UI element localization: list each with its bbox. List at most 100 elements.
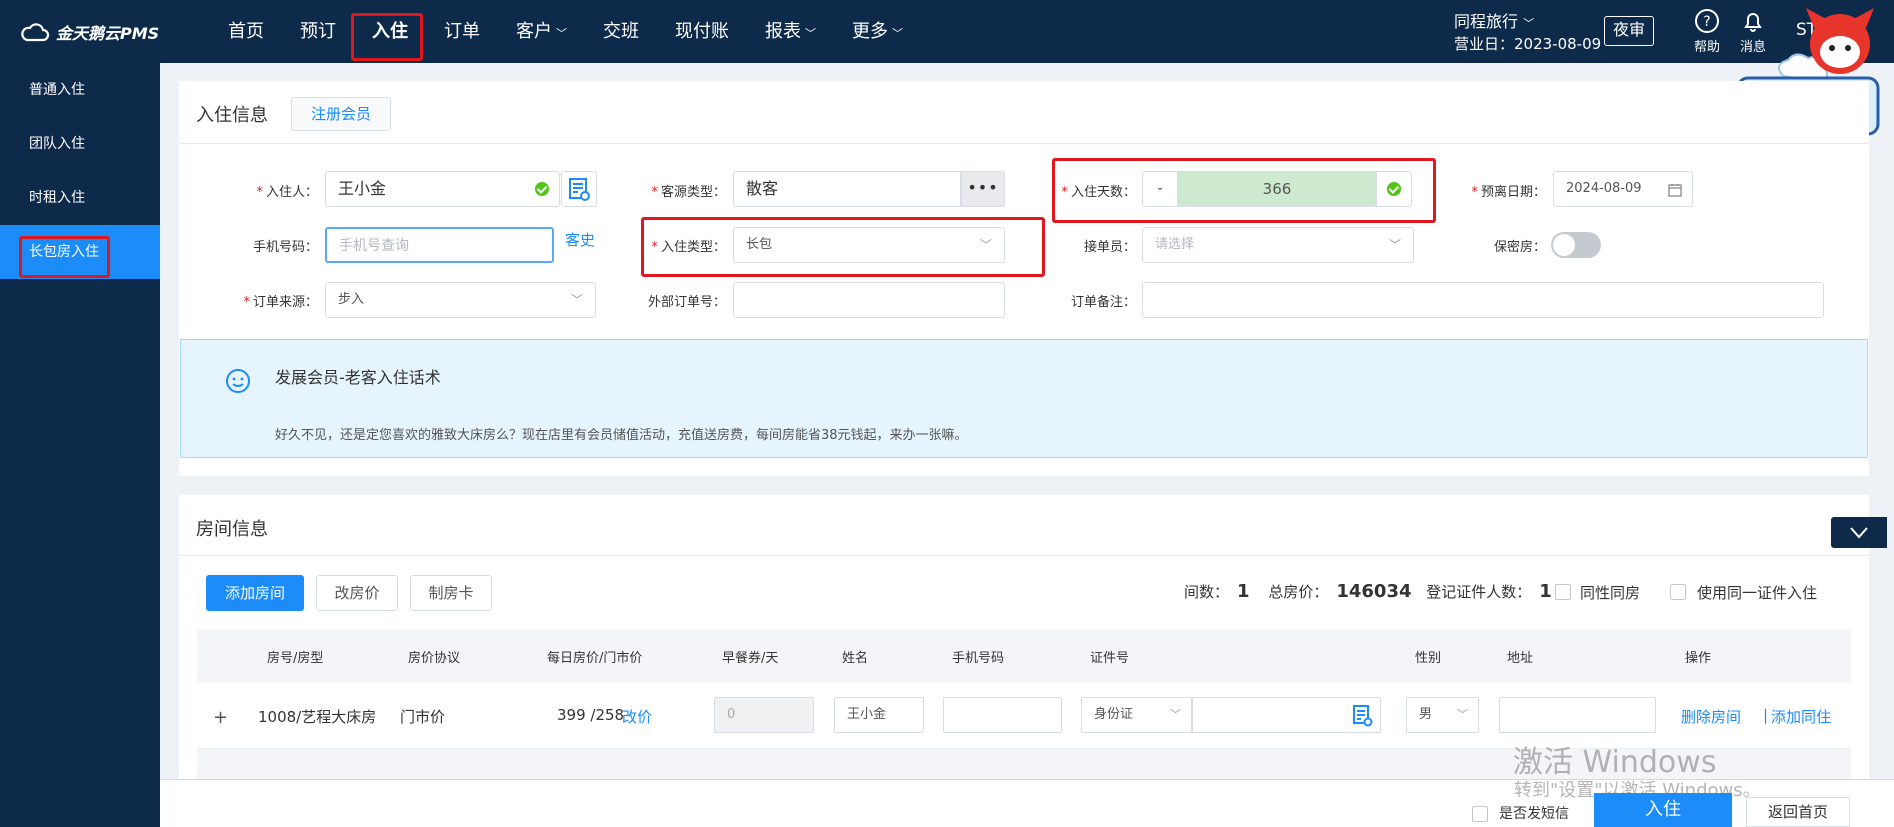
external-order-label: 外部订单号： [647, 295, 726, 310]
guest-history-link[interactable]: 客史 [565, 229, 595, 250]
gender-select[interactable]: 男 ﹀ [1406, 697, 1479, 733]
register-member-button[interactable]: 注册会员 [291, 97, 391, 131]
make-card-button[interactable]: 制房卡 [410, 575, 492, 611]
phone-search-input[interactable]: 手机号查询 [325, 227, 554, 263]
chevron-down-icon: ﹀ [1388, 238, 1401, 252]
chevron-down-icon [1850, 527, 1868, 539]
address-input[interactable] [1499, 697, 1656, 733]
chevron-down-icon: ﹀ [570, 293, 583, 307]
id-scan-button[interactable] [561, 171, 597, 207]
col-agreement: 房价协议 [408, 651, 461, 666]
sidebar-item-group-checkin[interactable]: 团队入住 [0, 117, 160, 171]
highlight-nav-checkin [351, 13, 423, 61]
help-icon: ? [1695, 9, 1719, 33]
help-button[interactable]: ? 帮助 [1687, 8, 1727, 55]
col-actions: 操作 [1685, 651, 1712, 666]
same-id-checkbox[interactable] [1670, 584, 1686, 600]
breakfast-input[interactable]: 0 [714, 697, 814, 733]
nav-more[interactable]: 更多 ﹀ [834, 0, 921, 63]
chevron-down-icon: ﹀ [892, 27, 903, 40]
row-agreement: 门市价 [400, 708, 446, 726]
room-info-title: 房间信息 [196, 519, 268, 540]
receiver-label: 接单员： [1083, 240, 1136, 255]
change-price-button[interactable]: 改房价 [316, 575, 398, 611]
id-number-input[interactable] [1192, 697, 1381, 733]
action-separator: | [1763, 706, 1769, 724]
id-card-icon [569, 178, 590, 201]
checkin-info-header: 入住信息 注册会员 [179, 81, 1869, 144]
windows-watermark-title: 激活 Windows [1513, 745, 1717, 780]
departure-label: * 预离日期： [1471, 185, 1546, 200]
send-sms-checkbox[interactable] [1472, 806, 1488, 822]
send-sms-label: 是否发短信 [1499, 806, 1569, 822]
col-room: 房号/房型 [267, 651, 324, 666]
nav-reports[interactable]: 报表 ﹀ [747, 0, 834, 63]
guest-name-input[interactable]: 王小金 [325, 171, 560, 207]
room-stats: 间数： 1 总房价： 146034 登记证件人数： 1 [1184, 581, 1552, 602]
id-type-select[interactable]: 身份证 ﹀ [1081, 697, 1192, 733]
room-info-header: 房间信息 [179, 495, 1869, 556]
col-address: 地址 [1507, 651, 1534, 666]
confidential-label: 保密房： [1493, 240, 1546, 255]
row-change-price-link[interactable]: 改价 [622, 706, 652, 727]
external-order-input[interactable] [733, 282, 1005, 318]
nav-orders[interactable]: 订单 [426, 0, 498, 63]
add-room-button[interactable]: 添加房间 [206, 575, 304, 611]
row-price: 399 /258 [557, 706, 625, 724]
nav-shift[interactable]: 交班 [585, 0, 657, 63]
checkin-submit-button[interactable]: 入住 [1594, 793, 1732, 827]
check-circle-icon [535, 182, 549, 196]
checkin-info-title: 入住信息 [196, 105, 268, 126]
night-audit-button[interactable]: 夜审 [1604, 16, 1654, 46]
nav-booking[interactable]: 预订 [282, 0, 354, 63]
tip-title: 发展会员-老客入住话术 [275, 368, 441, 387]
order-source-label: * 订单来源： [243, 295, 318, 310]
same-room-checkbox[interactable] [1555, 584, 1571, 600]
top-bar: 金天鹅云PMS 首页 预订 入住 订单 客户 ﹀ 交班 现付账 报表 ﹀ 更多 ﹀ 同… [0, 0, 1894, 63]
phone-label: 手机号码： [252, 240, 318, 255]
app-logo-text: 金天鹅云PMS [56, 24, 160, 43]
sidebar: 普通入住 团队入住 时租入住 长包房入住 [0, 63, 160, 827]
highlight-sidebar-longstay [19, 236, 110, 278]
receiver-select[interactable]: 请选择 ﹀ [1142, 227, 1414, 263]
back-home-button[interactable]: 返回首页 [1746, 797, 1850, 827]
room-table-header: 房号/房型 房价协议 每日房价/门市价 早餐券/天 姓名 手机号码 证件号 性别… [197, 629, 1851, 683]
col-id: 证件号 [1090, 651, 1130, 666]
business-date: 营业日：2023-08-09 [1454, 35, 1602, 53]
nav-cash[interactable]: 现付账 [657, 0, 747, 63]
same-id-label: 使用同一证件入住 [1697, 584, 1818, 602]
cloud-logo-icon [21, 23, 50, 42]
nav-home[interactable]: 首页 [210, 0, 282, 63]
highlight-checkin-type [641, 217, 1045, 277]
org-selector[interactable]: 同程旅行 ﹀ [1454, 12, 1534, 34]
sidebar-item-normal-checkin[interactable]: 普通入住 [0, 63, 160, 117]
tip-text: 好久不见，还是定您喜欢的雅致大床房么？现在店里有会员储值活动，充值送房费，每间房… [275, 428, 968, 443]
col-breakfast: 早餐券/天 [722, 651, 779, 666]
member-tip-panel: 发展会员-老客入住话术 好久不见，还是定您喜欢的雅致大床房么？现在店里有会员储值… [180, 339, 1868, 458]
guest-source-input[interactable]: 散客 [733, 171, 961, 207]
order-note-input[interactable] [1142, 282, 1824, 318]
col-name: 姓名 [842, 651, 869, 666]
expand-row-icon[interactable]: + [213, 707, 228, 728]
row-phone-input[interactable] [943, 697, 1062, 733]
add-cohabitant-link[interactable]: 添加同住 [1771, 706, 1831, 727]
id-card-icon [1353, 705, 1373, 727]
departure-date-input[interactable]: 2024-08-09 [1553, 171, 1693, 207]
collapse-button[interactable] [1831, 517, 1887, 548]
guest-source-more-button[interactable]: ••• [961, 171, 1005, 207]
sidebar-item-hourly-checkin[interactable]: 时租入住 [0, 171, 160, 225]
confidential-toggle[interactable] [1551, 232, 1601, 258]
app-logo[interactable]: 金天鹅云PMS [20, 20, 159, 44]
guest-source-label: * 客源类型： [651, 185, 726, 200]
svg-text:?: ? [1703, 14, 1710, 30]
col-gender: 性别 [1415, 651, 1442, 666]
row-name-input[interactable]: 王小金 [834, 697, 924, 733]
chevron-down-icon: ﹀ [556, 27, 567, 40]
chevron-down-icon: ﹀ [805, 27, 816, 40]
col-price: 每日房价/门市价 [547, 651, 643, 666]
row-room: 1008/艺程大床房 [258, 708, 377, 726]
delete-room-link[interactable]: 删除房间 [1681, 706, 1741, 727]
nav-customers[interactable]: 客户 ﹀ [498, 0, 585, 63]
chevron-down-icon: ﹀ [1170, 708, 1181, 721]
order-source-select[interactable]: 步入 ﹀ [325, 282, 596, 318]
